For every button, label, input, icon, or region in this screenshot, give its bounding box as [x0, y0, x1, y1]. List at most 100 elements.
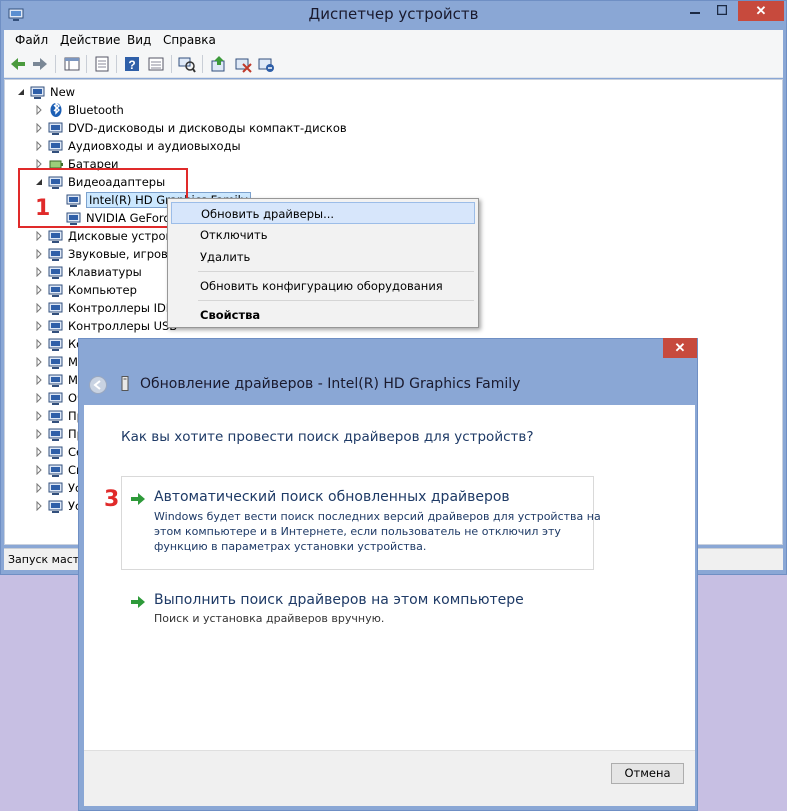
network-adapter-icon [48, 446, 63, 459]
menu-item-uninstall[interactable]: Удалить [171, 246, 475, 268]
dialog-question: Как вы хотите провести поиск драйверов д… [121, 429, 534, 445]
option-auto-title[interactable]: Автоматический поиск обновленных драйвер… [154, 489, 510, 505]
dialog-body [84, 405, 695, 750]
dialog-close-button[interactable]: ✕ [663, 338, 697, 358]
collapsed-arrow-icon[interactable] [35, 105, 43, 115]
menu-separator [198, 271, 474, 272]
collapsed-arrow-icon[interactable] [35, 393, 43, 403]
tree-item-label: DVD-дисководы и дисководы компакт-дисков [68, 121, 347, 135]
dialog-footer [84, 750, 695, 806]
collapsed-arrow-icon[interactable] [35, 465, 43, 475]
option-manual-title[interactable]: Выполнить поиск драйверов на этом компью… [154, 592, 524, 608]
context-menu: Обновить драйверы... Отключить Удалить О… [167, 198, 479, 328]
collapsed-arrow-icon[interactable] [35, 447, 43, 457]
option-auto-desc: Windows будет вести поиск последних верс… [154, 510, 601, 553]
collapsed-arrow-icon[interactable] [35, 231, 43, 241]
collapsed-arrow-icon[interactable] [35, 249, 43, 259]
help-icon[interactable]: ? [123, 55, 141, 73]
menu-bar: Файл Действие Вид Справка [4, 30, 783, 50]
tree-item-label: Компьютер [68, 283, 137, 297]
menu-help[interactable]: Справка [163, 33, 216, 47]
annotation-number-3: 3 [104, 487, 120, 512]
device-manager-titlebar: Диспетчер устройств ✕ [1, 1, 786, 29]
tree-item-label: Контроллеры IDE [68, 301, 174, 315]
scan-hardware-icon[interactable] [178, 55, 196, 73]
menu-separator [198, 300, 474, 301]
imaging-device-icon [48, 500, 63, 513]
mouse-icon [48, 374, 63, 387]
ide-controller-icon [48, 302, 63, 315]
tree-item-label: Клавиатуры [68, 265, 142, 279]
collapsed-arrow-icon[interactable] [35, 267, 43, 277]
update-driver-icon[interactable] [210, 55, 228, 73]
expanded-arrow-icon[interactable] [17, 87, 25, 97]
collapsed-arrow-icon[interactable] [35, 429, 43, 439]
collapsed-arrow-icon[interactable] [35, 303, 43, 313]
tree-item-label: New [50, 85, 76, 99]
system-device-icon [48, 464, 63, 477]
tree-item[interactable]: Аудиовходы и аудиовыходы [5, 137, 775, 155]
minimize-button[interactable] [683, 1, 707, 21]
collapsed-arrow-icon[interactable] [35, 321, 43, 331]
dvd-drive-icon [48, 122, 63, 135]
properties-icon[interactable] [93, 55, 111, 73]
forward-icon[interactable] [31, 55, 49, 73]
menu-action[interactable]: Действие [60, 33, 120, 47]
dialog-back-button[interactable] [89, 376, 107, 394]
collapsed-arrow-icon[interactable] [35, 501, 43, 511]
tree-item[interactable]: New [5, 83, 775, 101]
disable-device-icon[interactable] [234, 55, 252, 73]
menu-file[interactable]: Файл [15, 33, 48, 47]
dialog-title: Обновление драйверов - Intel(R) HD Graph… [140, 376, 521, 392]
maximize-button[interactable] [709, 1, 735, 21]
toolbar: ? [4, 50, 783, 78]
collapsed-arrow-icon[interactable] [35, 339, 43, 349]
minimize-icon [690, 12, 700, 14]
tree-item-label: Bluetooth [68, 103, 124, 117]
tree-item[interactable]: Bluetooth [5, 101, 775, 119]
usb-controller-icon [48, 320, 63, 333]
option-manual-desc: Поиск и установка драйверов вручную. [154, 612, 385, 625]
menu-item-scan-hardware[interactable]: Обновить конфигурацию оборудования [171, 275, 475, 297]
collapsed-arrow-icon[interactable] [35, 141, 43, 151]
monitor-icon [48, 356, 63, 369]
show-hide-tree-icon[interactable] [63, 55, 81, 73]
collapsed-arrow-icon[interactable] [35, 285, 43, 295]
printer-icon [48, 392, 63, 405]
collapsed-arrow-icon[interactable] [35, 123, 43, 133]
disk-drive-icon [48, 230, 63, 243]
menu-item-update-drivers[interactable]: Обновить драйверы... [171, 202, 475, 224]
tree-item-label: Аудиовходы и аудиовыходы [68, 139, 241, 153]
cancel-button[interactable]: Отмена [611, 763, 684, 784]
collapsed-arrow-icon[interactable] [35, 483, 43, 493]
tree-item-label: Контроллеры USB [68, 319, 178, 333]
bluetooth-icon [50, 102, 62, 117]
menu-item-properties[interactable]: Свойства [171, 304, 475, 326]
green-arrow-icon [131, 493, 145, 505]
view-icon[interactable] [147, 55, 165, 73]
annotation-number-1: 1 [35, 196, 51, 221]
menu-view[interactable]: Вид [127, 33, 151, 47]
collapsed-arrow-icon[interactable] [35, 411, 43, 421]
close-button[interactable]: ✕ [738, 1, 784, 21]
collapsed-arrow-icon[interactable] [35, 357, 43, 367]
uninstall-device-icon[interactable] [257, 55, 275, 73]
svg-text:?: ? [128, 58, 135, 72]
computer-icon [30, 86, 45, 99]
software-device-icon [48, 410, 63, 423]
green-arrow-icon [131, 596, 145, 608]
audio-icon [48, 140, 63, 153]
computer-icon [48, 284, 63, 297]
device-icon [121, 376, 129, 391]
hid-icon [48, 482, 63, 495]
close-icon: ✕ [755, 3, 767, 18]
tree-item[interactable]: DVD-дисководы и дисководы компакт-дисков [5, 119, 775, 137]
sound-icon [48, 248, 63, 261]
back-icon[interactable] [9, 55, 27, 73]
maximize-icon [716, 4, 728, 16]
storage-controller-icon [48, 338, 63, 351]
window-title: Диспетчер устройств [308, 5, 479, 23]
keyboard-icon [48, 266, 63, 279]
menu-item-disable[interactable]: Отключить [171, 224, 475, 246]
collapsed-arrow-icon[interactable] [35, 375, 43, 385]
